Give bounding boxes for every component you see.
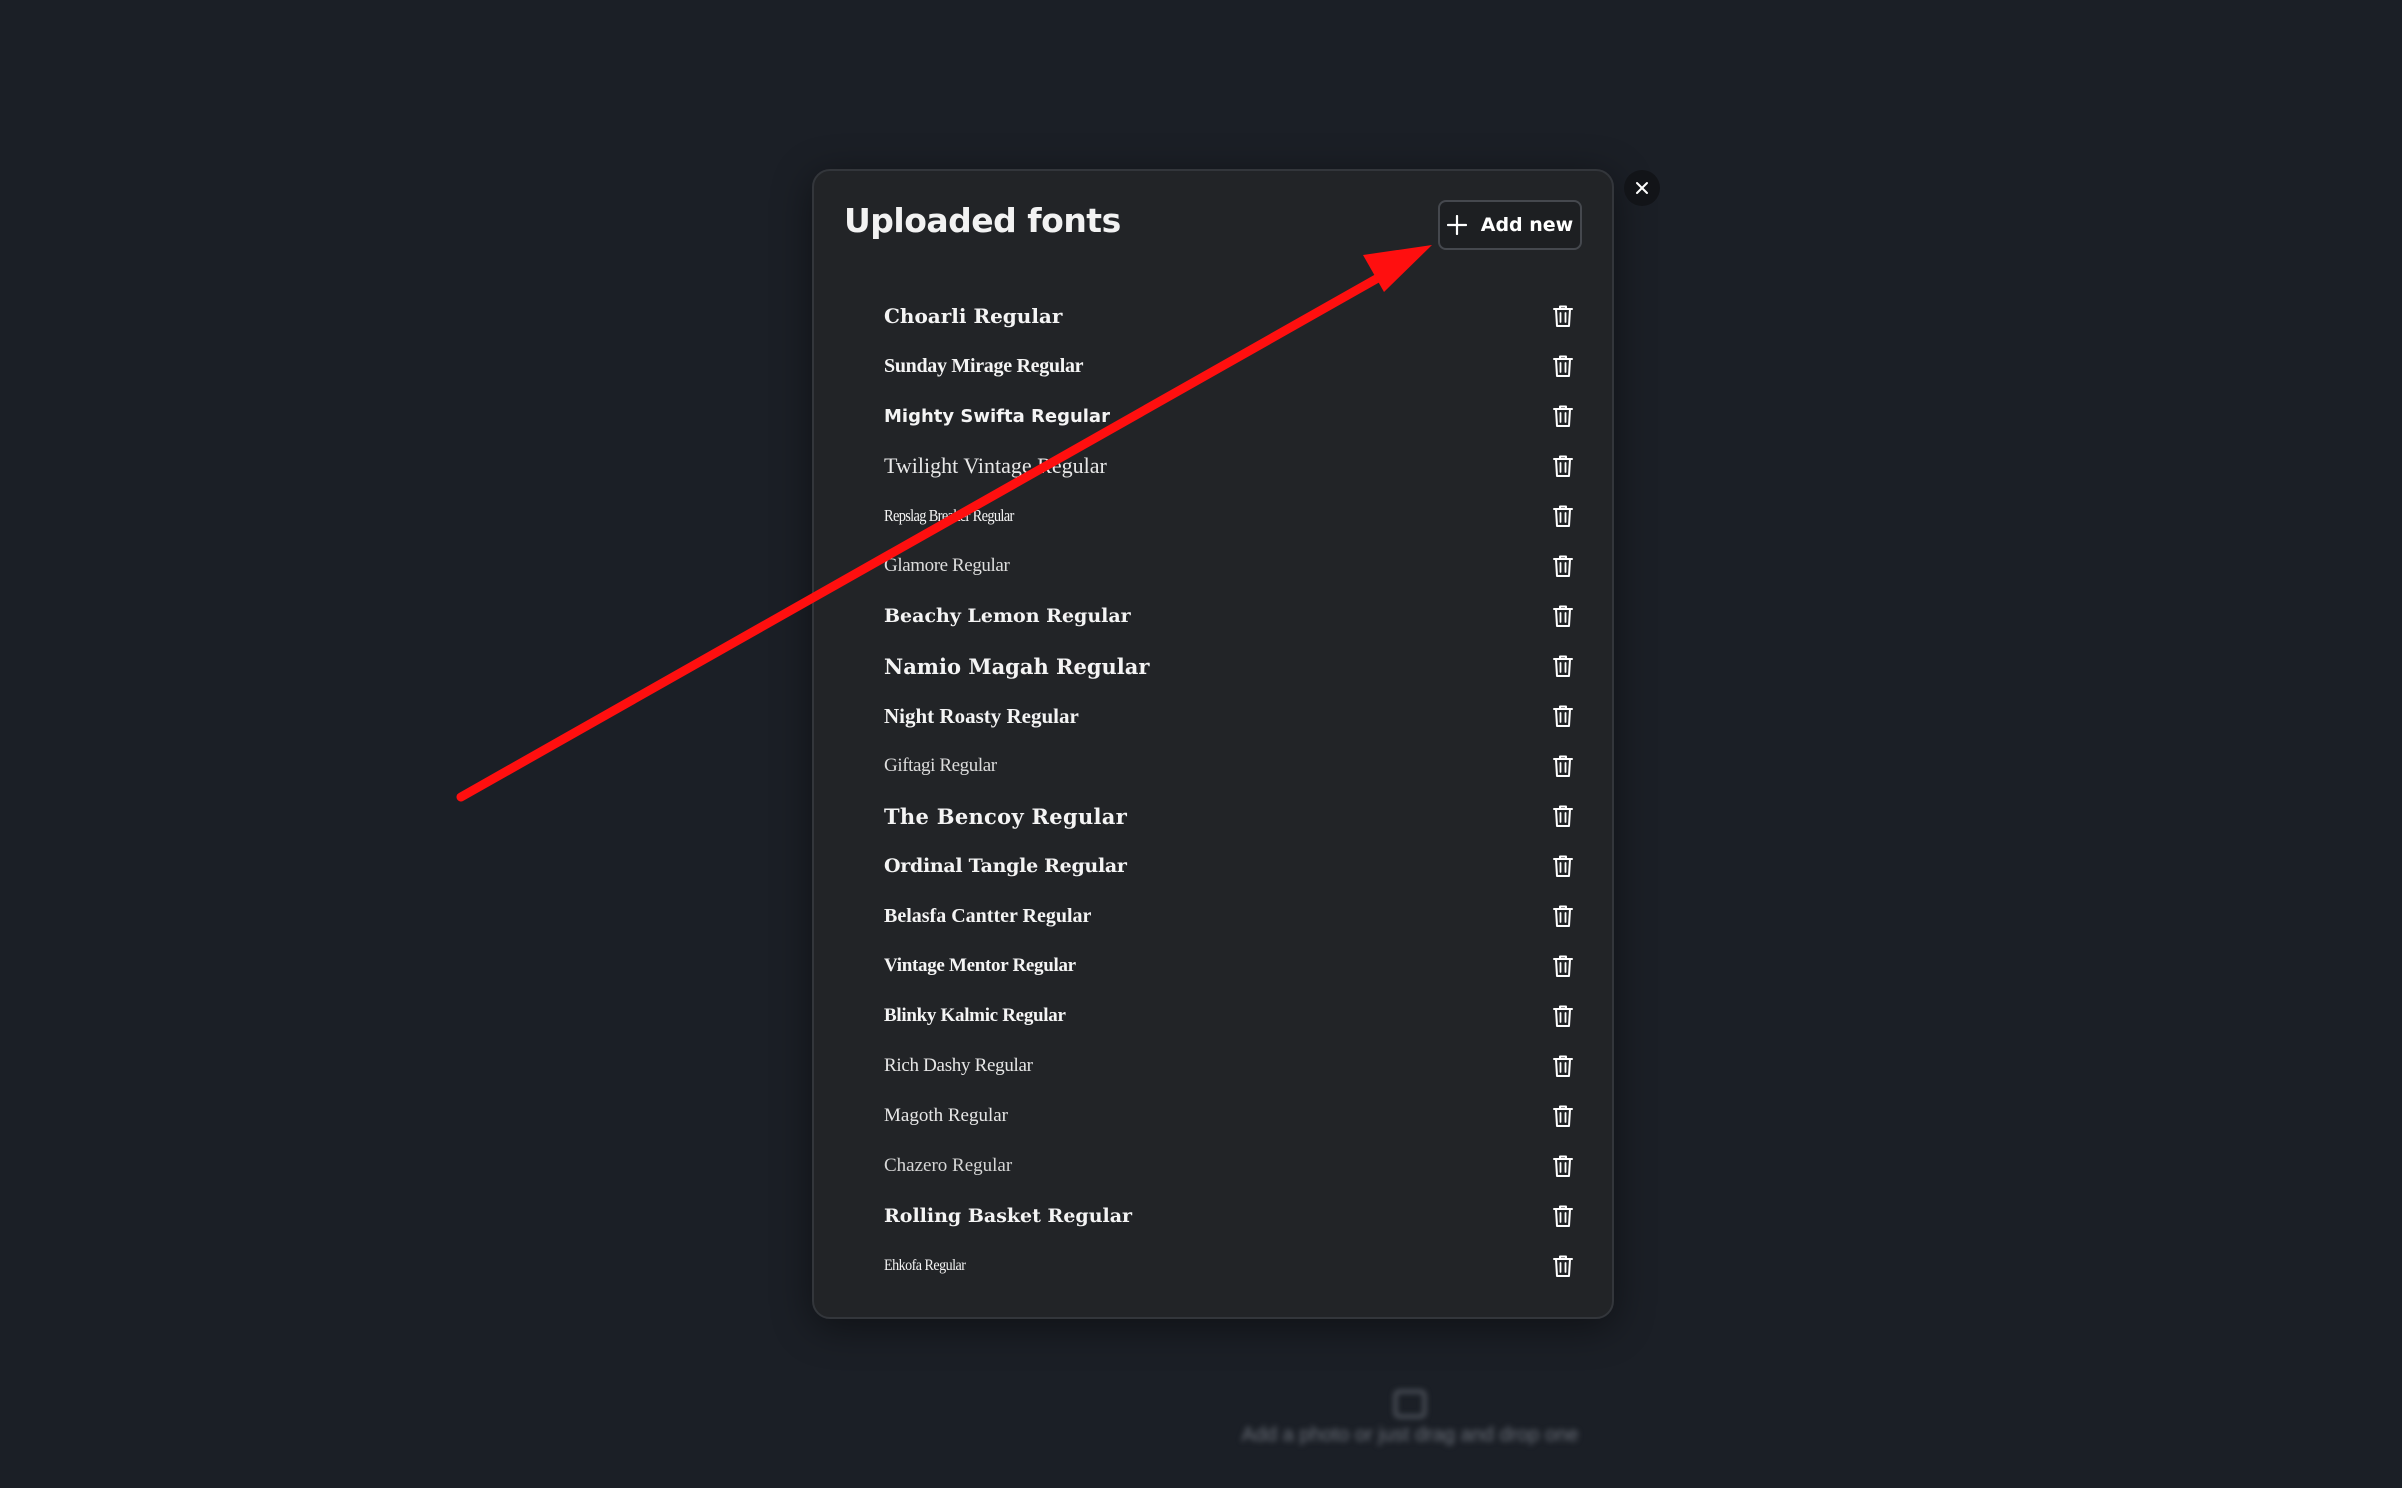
- font-row: Namio Magah Regular: [814, 641, 1612, 691]
- trash-icon[interactable]: [1550, 553, 1576, 579]
- trash-icon[interactable]: [1550, 853, 1576, 879]
- add-new-label: Add new: [1480, 214, 1574, 236]
- add-new-button[interactable]: Add new: [1438, 200, 1582, 250]
- font-row: Magoth Regular: [814, 1091, 1612, 1141]
- font-row: Mighty Swifta Regular: [814, 391, 1612, 441]
- trash-icon[interactable]: [1550, 303, 1576, 329]
- font-row: Ehkofa Regular: [814, 1241, 1612, 1291]
- trash-icon[interactable]: [1550, 1153, 1576, 1179]
- font-name: Magoth Regular: [884, 1105, 1009, 1126]
- font-name: Choarli Regular: [884, 304, 1063, 328]
- font-name: Namio Magah Regular: [884, 653, 1150, 679]
- font-name: Repslag Breaker Regular: [884, 506, 1014, 525]
- font-row: Vintage Mentor Regular: [814, 941, 1612, 991]
- close-icon: [1635, 181, 1649, 195]
- font-name: Sunday Mirage Regular: [884, 354, 1084, 377]
- font-row: Glamore Regular: [814, 541, 1612, 591]
- font-name: Ordinal Tangle Regular: [884, 855, 1127, 877]
- font-name: Vintage Mentor Regular: [884, 955, 1076, 976]
- trash-icon[interactable]: [1550, 353, 1576, 379]
- trash-icon[interactable]: [1550, 703, 1576, 729]
- trash-icon[interactable]: [1550, 1103, 1576, 1129]
- trash-icon[interactable]: [1550, 403, 1576, 429]
- uploaded-fonts-modal: Uploaded fonts Add new Choarli Regular Su…: [812, 169, 1614, 1319]
- modal-title: Uploaded fonts: [844, 201, 1121, 240]
- font-row: Repslag Breaker Regular: [814, 491, 1612, 541]
- trash-icon[interactable]: [1550, 453, 1576, 479]
- plus-icon: [1446, 214, 1467, 236]
- font-row: Chazero Regular: [814, 1141, 1612, 1191]
- font-list: Choarli Regular Sunday Mirage Regular Migh…: [814, 291, 1612, 1291]
- font-row: Giftagi Regular: [814, 741, 1612, 791]
- image-icon: [1394, 1390, 1426, 1418]
- screen: Add a photo or just drag and drop one Up…: [0, 0, 2402, 1488]
- font-row: Rich Dashy Regular: [814, 1041, 1612, 1091]
- font-row: Ordinal Tangle Regular: [814, 841, 1612, 891]
- font-name: Rolling Basket Regular: [884, 1205, 1133, 1227]
- trash-icon[interactable]: [1550, 603, 1576, 629]
- trash-icon[interactable]: [1550, 503, 1576, 529]
- trash-icon[interactable]: [1550, 803, 1576, 829]
- trash-icon[interactable]: [1550, 1253, 1576, 1279]
- font-name: Chazero Regular: [884, 1155, 1013, 1176]
- font-name: Blinky Kalmic Regular: [884, 1005, 1066, 1026]
- font-name: The Bencoy Regular: [884, 803, 1128, 829]
- font-name: Beachy Lemon Regular: [884, 605, 1131, 627]
- trash-icon[interactable]: [1550, 753, 1576, 779]
- font-name: Night Roasty Regular: [884, 703, 1079, 728]
- trash-icon[interactable]: [1550, 903, 1576, 929]
- font-name: Mighty Swifta Regular: [884, 405, 1110, 427]
- font-row: Belasfa Cantter Regular: [814, 891, 1612, 941]
- font-name: Giftagi Regular: [884, 755, 997, 776]
- trash-icon[interactable]: [1550, 1203, 1576, 1229]
- font-row: Choarli Regular: [814, 291, 1612, 341]
- font-row: Beachy Lemon Regular: [814, 591, 1612, 641]
- background-upload-hint: Add a photo or just drag and drop one: [1200, 1390, 1620, 1447]
- font-row: Sunday Mirage Regular: [814, 341, 1612, 391]
- close-modal-button[interactable]: [1624, 170, 1660, 206]
- trash-icon[interactable]: [1550, 1053, 1576, 1079]
- font-row: Twilight Vintage Regular: [814, 441, 1612, 491]
- font-name: Twilight Vintage Regular: [884, 453, 1107, 478]
- trash-icon[interactable]: [1550, 653, 1576, 679]
- font-row: The Bencoy Regular: [814, 791, 1612, 841]
- font-row: Blinky Kalmic Regular: [814, 991, 1612, 1041]
- font-name: Rich Dashy Regular: [884, 1055, 1033, 1076]
- font-name: Ehkofa Regular: [884, 1257, 966, 1274]
- font-name: Glamore Regular: [884, 555, 1010, 576]
- font-row: Rolling Basket Regular: [814, 1191, 1612, 1241]
- font-name: Belasfa Cantter Regular: [884, 904, 1092, 927]
- trash-icon[interactable]: [1550, 1003, 1576, 1029]
- upload-hint-text: Add a photo or just drag and drop one: [1241, 1424, 1579, 1446]
- font-row: Night Roasty Regular: [814, 691, 1612, 741]
- trash-icon[interactable]: [1550, 953, 1576, 979]
